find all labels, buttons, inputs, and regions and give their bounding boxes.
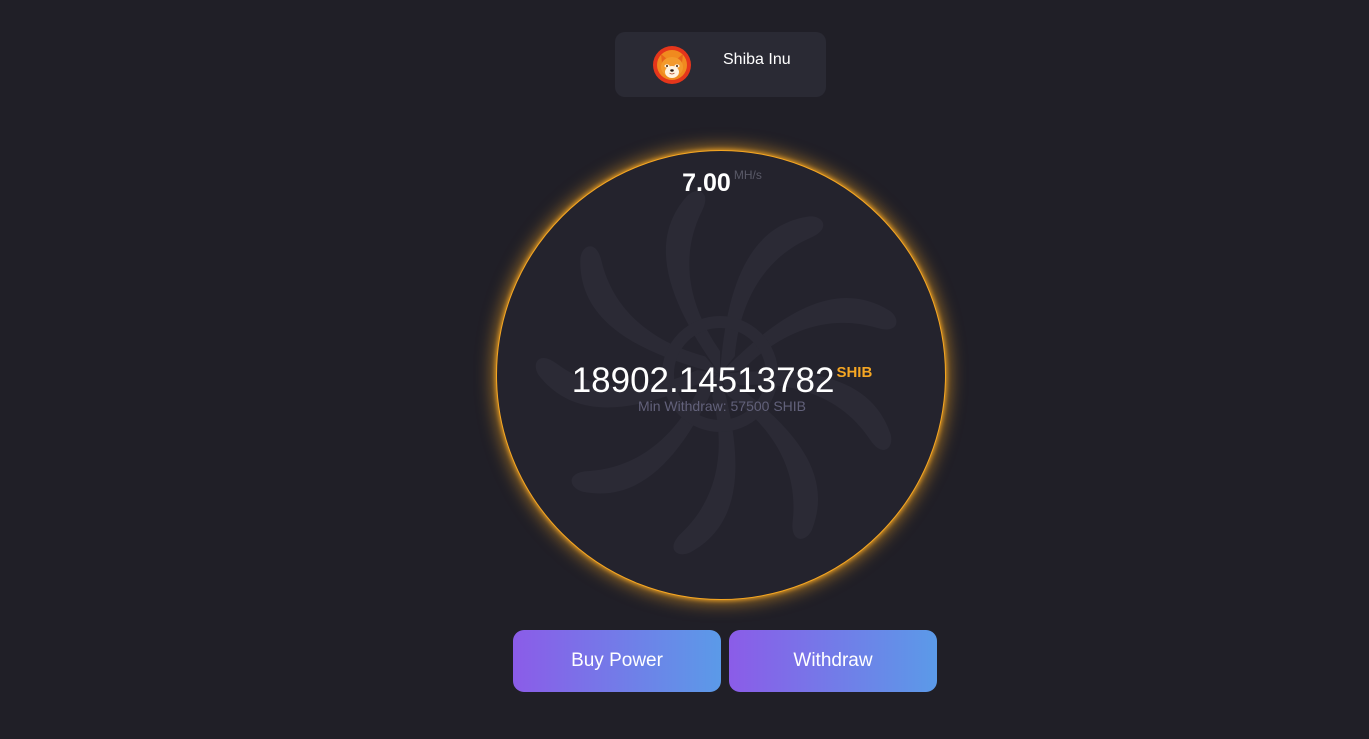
coin-selector[interactable]: Shiba Inu	[615, 32, 826, 97]
hashrate-display: 7.00 MH/s	[497, 168, 945, 198]
mining-wheel: 7.00 MH/s 18902.14513782 SHIB Min Withdraw…	[496, 150, 946, 600]
shiba-inu-logo-icon	[653, 46, 691, 84]
buy-power-button[interactable]: Buy Power	[513, 630, 721, 692]
balance-value: 18902.14513782	[571, 361, 835, 400]
min-withdraw-text: Min Withdraw: 57500 SHIB	[637, 398, 807, 414]
withdraw-button[interactable]: Withdraw	[729, 630, 937, 692]
hashrate-value: 7.00	[682, 169, 731, 197]
hashrate-unit: MH/s	[733, 168, 762, 182]
coin-name: Shiba Inu	[723, 51, 791, 68]
balance-unit: SHIB	[836, 364, 873, 381]
balance-display: 18902.14513782 SHIB	[497, 361, 945, 401]
mining-page: Shiba Inu 7.00 MH/s 18902.14513782 SHIB …	[0, 0, 1369, 739]
